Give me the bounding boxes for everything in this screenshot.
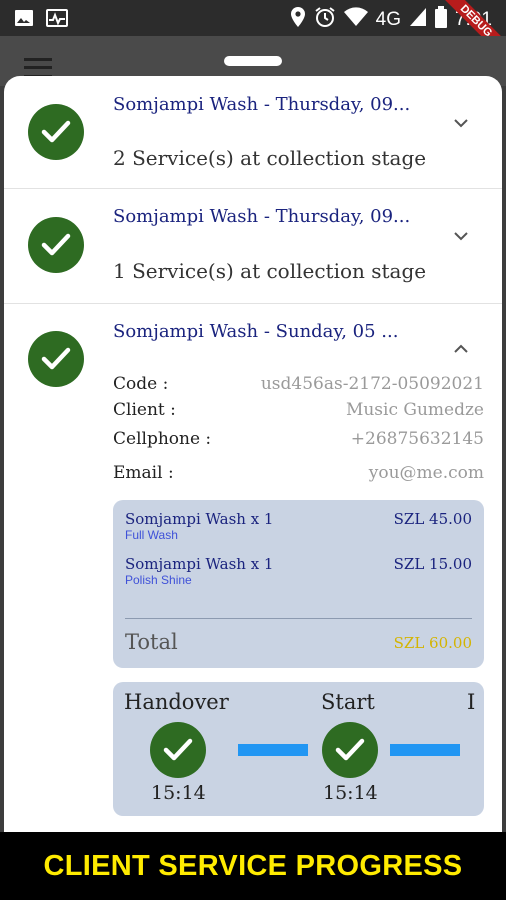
chevron-down-icon[interactable] (454, 229, 468, 243)
progress-connector (390, 744, 460, 756)
signal-icon (409, 7, 427, 33)
stage-time: 15:14 (151, 782, 206, 804)
chevron-down-icon[interactable] (454, 116, 468, 130)
check-circle-icon (150, 722, 206, 778)
order-status: 2 Service(s) at collection stage (113, 146, 427, 170)
email-value: you@me.com (368, 463, 484, 483)
order-status: 1 Service(s) at collection stage (113, 259, 427, 283)
stage-time: 15:14 (323, 782, 378, 804)
order-title: Somjampi Wash - Thursday, 09... (113, 94, 411, 115)
location-icon (290, 6, 306, 34)
total-label: Total (125, 630, 178, 654)
orders-bottom-sheet: Somjampi Wash - Thursday, 09... 2 Servic… (4, 76, 502, 832)
image-icon (14, 8, 34, 32)
order-item[interactable]: Somjampi Wash - Thursday, 09... 2 Servic… (4, 76, 502, 189)
service-progress-box[interactable]: Handover 15:14 Start 15:14 I (113, 682, 484, 816)
order-title: Somjampi Wash - Thursday, 09... (113, 206, 411, 227)
order-item[interactable]: Somjampi Wash - Thursday, 09... 1 Servic… (4, 189, 502, 304)
stage-label-next: I (467, 690, 476, 714)
wifi-icon (343, 7, 368, 33)
client-label: Client : (113, 400, 176, 420)
client-value: Music Gumedze (345, 400, 484, 420)
line-item-name: Somjampi Wash x 1 (125, 510, 274, 528)
line-item-service: Polish Shine (125, 573, 192, 587)
line-item-price: SZL 15.00 (393, 555, 472, 573)
stage-label-handover: Handover (124, 690, 229, 714)
status-bar: 4G 7:01 DEBUG (0, 0, 506, 69)
email-label: Email : (113, 463, 174, 483)
chevron-up-icon[interactable] (454, 342, 468, 356)
check-circle-icon (28, 217, 84, 273)
check-circle-icon (28, 104, 84, 160)
activity-icon (46, 8, 68, 32)
code-value: usd456as-2172-05092021 (260, 374, 484, 394)
progress-connector (238, 744, 308, 756)
cellphone-label: Cellphone : (113, 429, 212, 449)
line-item-name: Somjampi Wash x 1 (125, 555, 274, 573)
code-label: Code : (113, 374, 169, 394)
divider (125, 618, 472, 619)
line-item-service: Full Wash (125, 528, 178, 542)
order-title: Somjampi Wash - Sunday, 05 ... (113, 321, 399, 342)
order-lines-box: Somjampi Wash x 1 Full Wash SZL 45.00 So… (113, 500, 484, 668)
line-item-price: SZL 45.00 (393, 510, 472, 528)
menu-icon[interactable] (24, 58, 52, 78)
sheet-drag-handle[interactable] (224, 56, 282, 66)
check-circle-icon (28, 331, 84, 387)
check-circle-icon (322, 722, 378, 778)
battery-icon (435, 6, 448, 34)
network-type: 4G (375, 9, 402, 30)
cellphone-value: +26875632145 (350, 429, 484, 449)
total-value: SZL 60.00 (393, 634, 472, 652)
alarm-icon (314, 6, 336, 34)
status-left-icons (14, 8, 68, 32)
promo-caption: CLIENT SERVICE PROGRESS STATUS (0, 832, 506, 900)
stage-label-start: Start (321, 690, 375, 714)
